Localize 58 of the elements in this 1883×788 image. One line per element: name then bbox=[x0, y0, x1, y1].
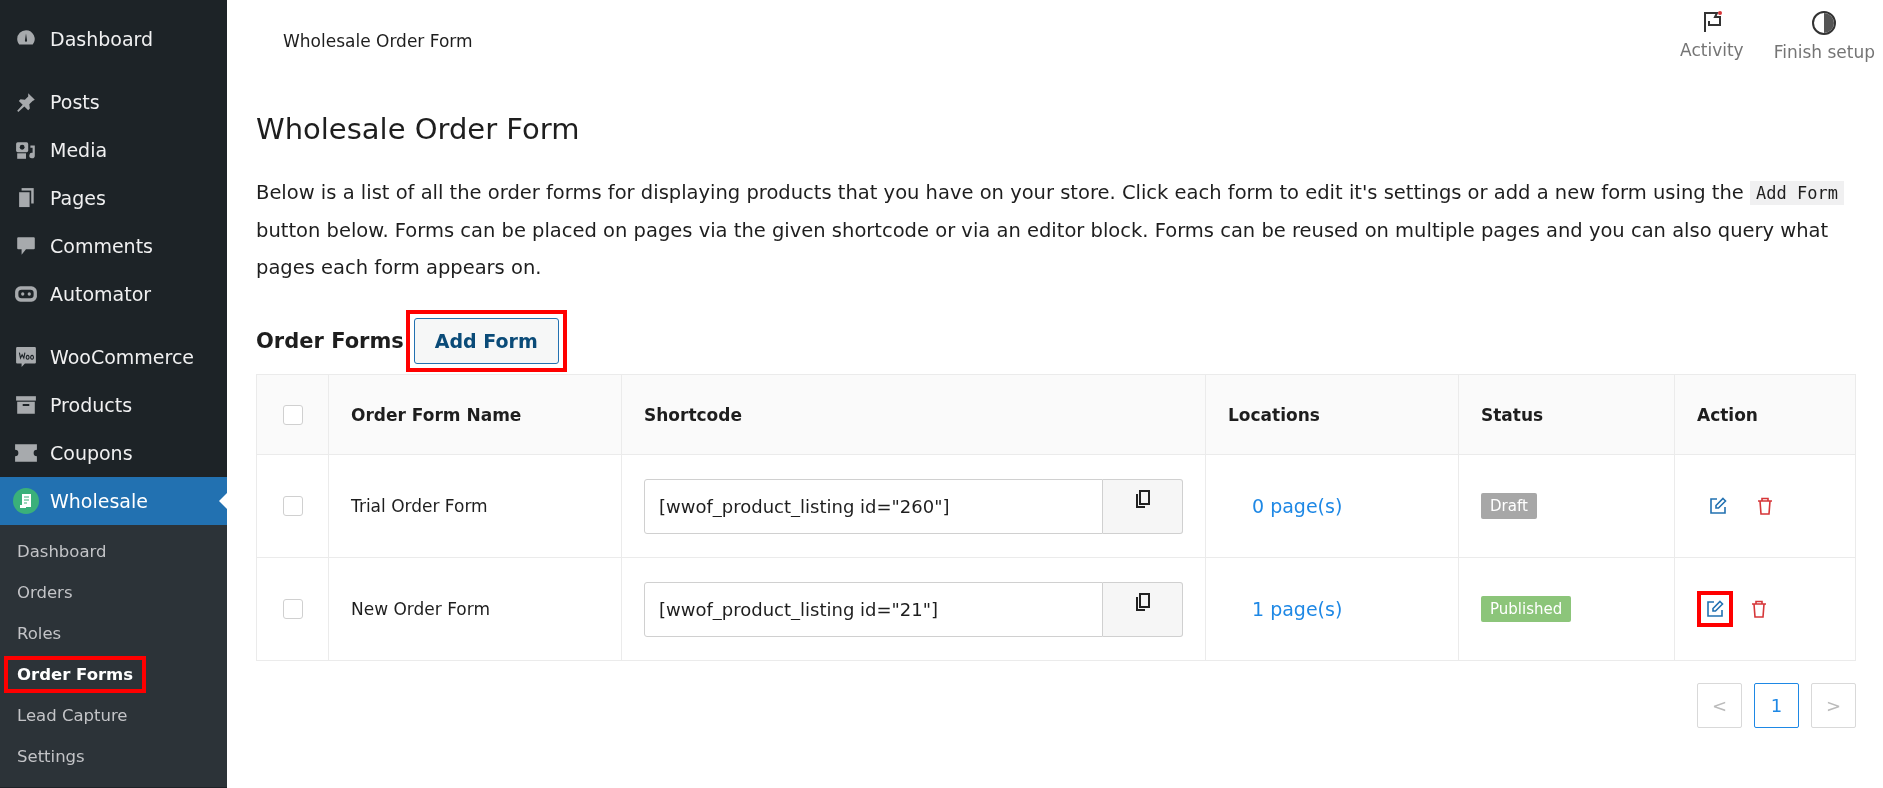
robot-face-icon bbox=[14, 283, 38, 305]
copy-button[interactable] bbox=[1103, 478, 1183, 534]
copy-button[interactable] bbox=[1103, 581, 1183, 637]
submenu-item[interactable]: Dashboard bbox=[8, 537, 116, 566]
page-title: Wholesale Order Form bbox=[283, 31, 473, 51]
submenu-item[interactable]: Orders bbox=[8, 578, 82, 607]
menu-item[interactable]: Dashboard bbox=[0, 15, 227, 63]
speech-bubble-icon bbox=[15, 235, 37, 257]
form-name: New Order Form bbox=[351, 599, 491, 619]
copy-icon bbox=[1135, 489, 1150, 508]
menu-item[interactable]: Automator bbox=[0, 270, 227, 318]
pushpin-icon bbox=[15, 91, 37, 113]
description-text: Below is a list of all the order forms for displaying products that you have on your store. Click each form to edit it's settings or add a new form using the Add Form button below. Forms can be placed on pages via the given shortcode or via an editor block. Forms can be reused on multiple pages and you can also query what pages each form appears on. bbox=[256, 174, 1856, 286]
woo-logo-icon bbox=[15, 346, 37, 368]
locations-link[interactable]: 1 page(s) bbox=[1228, 598, 1343, 620]
menu-item[interactable]: Wholesale bbox=[0, 477, 227, 525]
submenu-item[interactable]: Settings bbox=[8, 742, 94, 771]
add-form-button[interactable]: Add Form bbox=[413, 318, 559, 364]
archive-box-icon bbox=[15, 394, 37, 416]
submenu-item[interactable]: Lead Capture bbox=[8, 701, 137, 730]
column-header: Status bbox=[1481, 404, 1544, 425]
column-header: Action bbox=[1697, 404, 1758, 425]
status-badge: Draft bbox=[1481, 493, 1537, 519]
menu-item[interactable]: Comments bbox=[0, 222, 227, 270]
shortcode-field[interactable]: [wwof_product_listing id="260"] bbox=[644, 478, 1103, 534]
edit-icon bbox=[1706, 600, 1724, 618]
receipt-badge-icon bbox=[13, 488, 39, 514]
column-header: Order Form Name bbox=[351, 404, 522, 425]
form-name: Trial Order Form bbox=[351, 496, 488, 516]
toolbar-button[interactable]: Finish setup bbox=[1773, 10, 1875, 62]
checkbox[interactable] bbox=[282, 496, 303, 516]
menu-item[interactable]: Coupons bbox=[0, 429, 227, 477]
locations-link[interactable]: 0 page(s) bbox=[1228, 495, 1343, 517]
half-circle-icon bbox=[1811, 10, 1838, 36]
page-button[interactable]: 1 bbox=[1754, 683, 1799, 728]
menu-item[interactable]: WooCommerce bbox=[0, 333, 227, 381]
camera-music-icon bbox=[15, 139, 37, 161]
ticket-icon bbox=[14, 442, 38, 464]
copy-icon bbox=[1135, 592, 1150, 611]
trash-icon bbox=[1757, 497, 1773, 515]
shortcode-field[interactable]: [wwof_product_listing id="21"] bbox=[644, 581, 1103, 637]
menu-item[interactable]: Posts bbox=[0, 78, 227, 126]
section-title: Order Forms bbox=[256, 329, 404, 353]
toolbar-button[interactable]: Activity bbox=[1680, 10, 1744, 62]
submenu-item[interactable]: Order Forms bbox=[8, 660, 143, 689]
menu-item[interactable]: Media bbox=[0, 126, 227, 174]
column-header: Locations bbox=[1228, 404, 1320, 425]
trash-icon bbox=[1751, 600, 1767, 618]
checkbox[interactable] bbox=[282, 599, 303, 619]
edit-icon bbox=[1709, 497, 1727, 515]
submenu-item[interactable]: Roles bbox=[8, 619, 71, 648]
current-item-pointer bbox=[219, 493, 227, 509]
status-badge: Published bbox=[1481, 596, 1572, 622]
column-header: Shortcode bbox=[644, 404, 742, 425]
page-heading: Wholesale Order Form bbox=[256, 112, 581, 146]
menu-item[interactable]: Pages bbox=[0, 174, 227, 222]
menu-item[interactable]: Products bbox=[0, 381, 227, 429]
checkbox[interactable] bbox=[282, 404, 303, 425]
